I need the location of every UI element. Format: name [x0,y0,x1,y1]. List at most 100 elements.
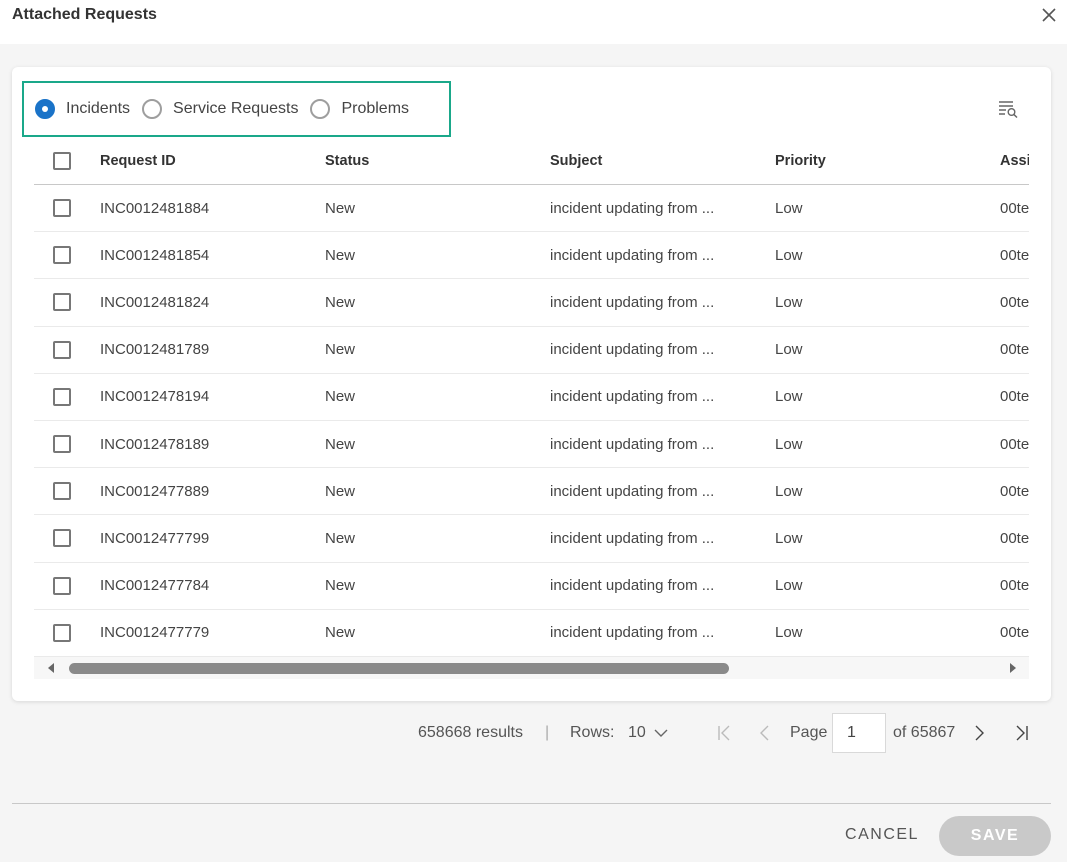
close-icon [1042,8,1056,22]
cell-priority: Low [775,577,803,595]
row-checkbox[interactable] [53,482,71,501]
cell-assignee: 00te [1000,388,1029,406]
cell-request-id: INC0012477779 [100,624,210,642]
cell-request-id: INC0012481884 [100,199,210,217]
rows-per-page-select[interactable]: 10 [628,712,668,754]
cell-priority: Low [775,293,803,311]
cell-status: New [325,529,356,547]
radio-button-incidents[interactable] [35,99,55,119]
first-page-button[interactable] [716,712,732,754]
radio-option-incidents[interactable]: Incidents [35,99,130,119]
cell-subject: incident updating from ... [550,341,715,359]
column-header-request-id[interactable]: Request ID [100,137,320,184]
table-row[interactable]: INC0012481789 New incident updating from .… [34,327,1029,374]
row-checkbox[interactable] [53,623,71,642]
table-row[interactable]: INC0012477799 New incident updating from .… [34,515,1029,563]
cell-status: New [325,246,356,264]
request-type-filter: Incidents Service Requests Problems [22,81,451,137]
filter-search-button[interactable] [997,97,1019,119]
radio-button-problems[interactable] [310,99,331,119]
last-page-button[interactable] [1014,712,1030,754]
cell-status: New [325,482,356,500]
row-checkbox[interactable] [53,293,71,312]
cell-request-id: INC0012478194 [100,388,210,406]
pagination-bar: 658668 results | Rows: 10 Page of 65867 [0,712,1067,754]
cancel-button[interactable]: CANCEL [836,816,928,854]
cell-status: New [325,435,356,453]
chevron-left-icon [760,725,769,741]
page-label: Page [790,724,828,741]
rows-per-page-value: 10 [628,724,646,741]
cell-assignee: 00te [1000,577,1029,595]
table-row[interactable]: INC0012478194 New incident updating from .… [34,374,1029,421]
cell-priority: Low [775,482,803,500]
scrollbar-thumb[interactable] [69,663,729,674]
column-header-assignee[interactable]: Assig [1000,137,1029,184]
cell-priority: Low [775,199,803,217]
chevron-down-icon [654,729,668,737]
cell-assignee: 00te [1000,246,1029,264]
row-checkbox[interactable] [53,387,71,406]
radio-option-problems[interactable]: Problems [310,99,409,119]
results-count: 658668 results [418,724,523,741]
next-page-button[interactable] [974,712,986,754]
row-checkbox[interactable] [53,340,71,359]
cell-assignee: 00te [1000,341,1029,359]
row-checkbox[interactable] [53,199,71,218]
row-checkbox[interactable] [53,435,71,454]
table-row[interactable]: INC0012481824 New incident updating from .… [34,279,1029,327]
cell-subject: incident updating from ... [550,529,715,547]
column-header-status[interactable]: Status [325,137,545,184]
cell-subject: incident updating from ... [550,199,715,217]
cell-subject: incident updating from ... [550,293,715,311]
total-pages: of 65867 [893,724,956,741]
close-button[interactable] [1039,5,1059,25]
column-header-priority[interactable]: Priority [775,137,995,184]
row-checkbox[interactable] [53,576,71,595]
cell-priority: Low [775,624,803,642]
dialog-header: Attached Requests [0,0,1067,44]
scroll-right-icon[interactable] [1006,661,1020,675]
cell-subject: incident updating from ... [550,388,715,406]
horizontal-scrollbar[interactable] [34,657,1029,679]
radio-label-service-requests: Service Requests [173,100,299,117]
cell-priority: Low [775,341,803,359]
radio-button-service-requests[interactable] [142,99,163,119]
previous-page-button[interactable] [758,712,770,754]
table-row[interactable]: INC0012477784 New incident updating from .… [34,563,1029,610]
cell-status: New [325,577,356,595]
table-row[interactable]: INC0012478189 New incident updating from .… [34,421,1029,469]
cell-status: New [325,199,356,217]
row-checkbox[interactable] [53,529,71,548]
first-page-icon [718,725,730,741]
radio-option-service-requests[interactable]: Service Requests [142,99,298,119]
select-all-checkbox[interactable] [53,151,71,170]
cell-status: New [325,293,356,311]
column-header-subject[interactable]: Subject [550,137,770,184]
radio-label-problems: Problems [341,100,410,117]
table-row[interactable]: INC0012477889 New incident updating from .… [34,468,1029,516]
cell-priority: Low [775,246,803,264]
cell-priority: Low [775,388,803,406]
radio-label-incidents: Incidents [66,100,131,117]
table-row[interactable]: INC0012481854 New incident updating from .… [34,232,1029,280]
cell-subject: incident updating from ... [550,624,715,642]
requests-card: Incidents Service Requests Problems Requ… [12,67,1051,701]
cell-request-id: INC0012481824 [100,293,210,311]
cell-assignee: 00te [1000,482,1029,500]
cell-status: New [325,624,356,642]
save-button[interactable]: SAVE [939,816,1051,856]
cell-request-id: INC0012477784 [100,577,210,595]
cell-assignee: 00te [1000,435,1029,453]
cell-subject: incident updating from ... [550,577,715,595]
cell-assignee: 00te [1000,293,1029,311]
chevron-right-icon [975,725,984,741]
table-row[interactable]: INC0012481884 New incident updating from .… [34,185,1029,233]
table-row[interactable]: INC0012477779 New incident updating from .… [34,610,1029,657]
row-checkbox[interactable] [53,246,71,265]
page-number-input[interactable] [832,713,886,753]
cell-assignee: 00te [1000,529,1029,547]
dialog-title: Attached Requests [12,6,157,23]
last-page-icon [1016,725,1028,741]
scroll-left-icon[interactable] [44,661,58,675]
